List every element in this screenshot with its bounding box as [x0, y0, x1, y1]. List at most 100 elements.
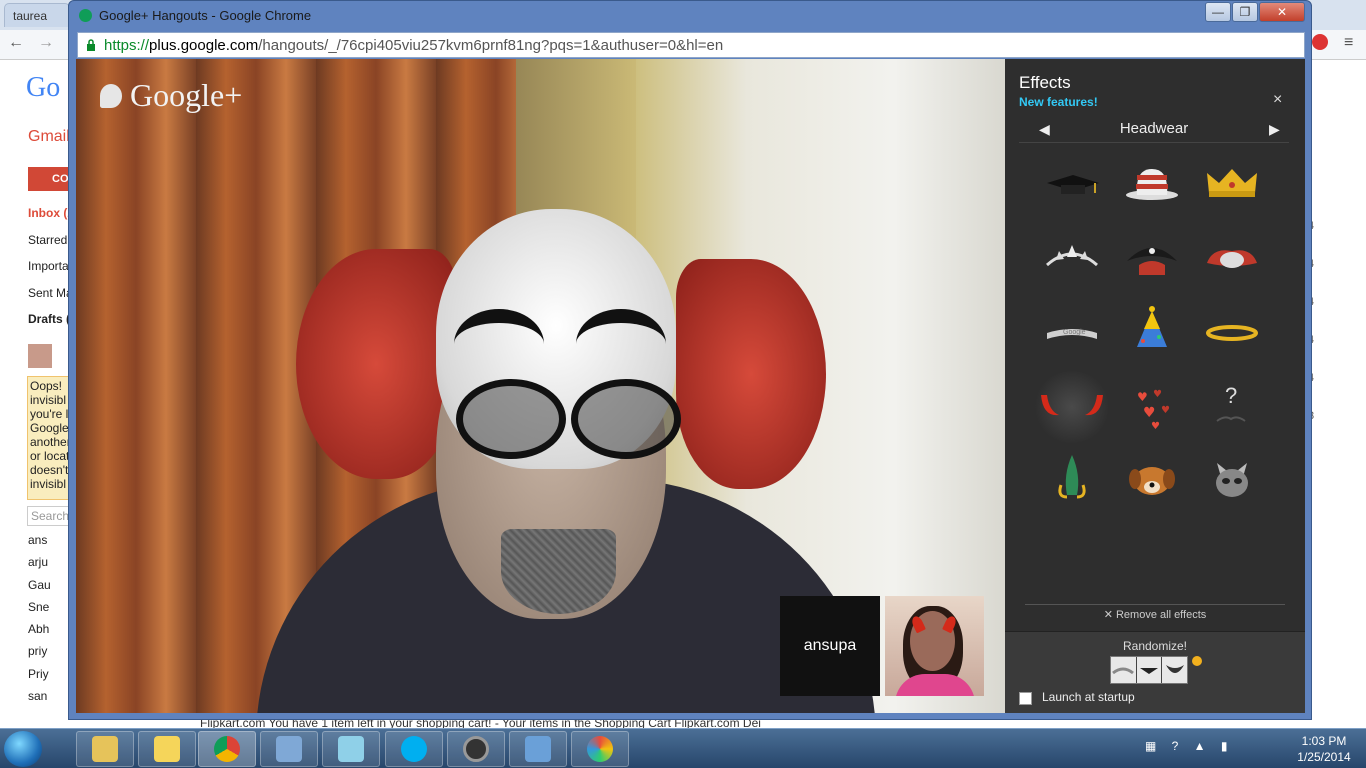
thumb-shirt: [895, 674, 975, 696]
windows-taskbar: ▦ ? ▲ ▮ 1:03 PM 1/25/2014: [0, 728, 1366, 768]
address-bar[interactable]: https://plus.google.com/hangouts/_/76cpi…: [77, 32, 1305, 58]
svg-text:♥: ♥: [1153, 389, 1162, 400]
effect-hearts[interactable]: ♥ ♥ ♥ ♥ ♥: [1113, 371, 1191, 443]
randomize-button[interactable]: [1110, 656, 1188, 684]
effect-striped-hat[interactable]: [1113, 149, 1191, 221]
halo-icon: [1206, 325, 1258, 341]
striped-hat-icon: [1126, 169, 1178, 200]
minimize-button[interactable]: —: [1205, 2, 1231, 22]
effect-mask[interactable]: [1193, 223, 1271, 295]
notepad-icon: [338, 736, 364, 762]
panel-divider: [1025, 604, 1285, 605]
effect-google-visor[interactable]: Google: [1033, 297, 1111, 369]
self-thumbnail[interactable]: [885, 596, 984, 696]
taskbar-paint[interactable]: [571, 731, 629, 767]
close-effects-button[interactable]: ×: [1273, 91, 1282, 109]
paint-icon: [587, 736, 613, 762]
randomize-label: Randomize!: [1122, 639, 1188, 653]
pictures-icon: [525, 736, 551, 762]
virtualbox-icon: [276, 736, 302, 762]
google-logo: Go: [26, 72, 61, 103]
randomize-indicator-icon: [1192, 656, 1202, 666]
prev-category-button[interactable]: ◀: [1039, 121, 1050, 138]
hangouts-window: Google+ Hangouts - Google Chrome — ❐ ✕ h…: [68, 0, 1312, 720]
beard-effect: [501, 529, 616, 614]
effect-pirate-hat[interactable]: [1113, 223, 1191, 295]
hearts-icon: ♥ ♥♥ ♥♥: [1137, 389, 1170, 432]
random-slot-beard: [1162, 657, 1188, 683]
explorer-icon: [92, 736, 118, 762]
effect-tiara[interactable]: [1033, 223, 1111, 295]
taskbar-camera[interactable]: [447, 731, 505, 767]
chrome-icon: [214, 736, 240, 762]
url-path: /hangouts/_/76cpi405viu257kvm6prnf81ng?p…: [258, 37, 724, 54]
taskbar-pictures[interactable]: [509, 731, 567, 767]
effect-random[interactable]: ?: [1193, 371, 1271, 443]
devil-horns-icon: [1041, 395, 1103, 416]
window-title: Google+ Hangouts - Google Chrome: [99, 8, 312, 23]
crown-icon: [1207, 169, 1257, 197]
svg-text:♥: ♥: [1143, 405, 1156, 421]
clock-time: 1:03 PM: [1301, 734, 1347, 748]
video-feed[interactable]: Google+ ansupa: [76, 59, 1005, 713]
forward-arrow-icon[interactable]: →: [38, 34, 54, 52]
taskbar-virtualbox[interactable]: [260, 731, 318, 767]
taskbar-clock[interactable]: 1:03 PM 1/25/2014: [1284, 733, 1364, 765]
participant-thumbnail[interactable]: ansupa: [780, 596, 880, 696]
skype-icon: [401, 736, 427, 762]
effect-crown[interactable]: [1193, 149, 1271, 221]
effect-party-hat[interactable]: [1113, 297, 1191, 369]
camera-icon: [463, 736, 489, 762]
taskbar-chrome[interactable]: [198, 731, 256, 767]
logo-text: Google+: [130, 77, 243, 113]
gmail-label[interactable]: Gmail: [28, 128, 70, 146]
svg-text:♥: ♥: [1137, 390, 1148, 404]
new-features-link[interactable]: New features!: [1019, 95, 1098, 109]
launch-at-startup-label[interactable]: Launch at startup: [1042, 690, 1135, 704]
avatar[interactable]: [28, 344, 52, 368]
random-slot-eyebrows: [1136, 657, 1163, 683]
launch-at-startup-checkbox[interactable]: [1019, 692, 1032, 705]
back-arrow-icon[interactable]: ←: [8, 34, 24, 52]
effect-cat-face[interactable]: [1193, 445, 1271, 517]
question-icon: ?: [1216, 383, 1246, 422]
feather-icon: [1058, 455, 1086, 499]
category-label: Headwear: [1119, 120, 1189, 137]
svg-text:?: ?: [1225, 383, 1237, 408]
next-category-button[interactable]: ▶: [1269, 121, 1280, 138]
random-slot-visor: [1111, 657, 1137, 683]
start-button[interactable]: [4, 731, 42, 767]
effects-panel: Effects New features! × Headwear ◀ ▶ Goo…: [1005, 59, 1305, 713]
effect-devil-horns[interactable]: [1033, 371, 1111, 443]
effects-title: Effects: [1019, 73, 1071, 92]
svg-text:♥: ♥: [1161, 405, 1170, 416]
hangouts-bubble-icon: [100, 84, 122, 108]
eyebrows-icon: [1140, 668, 1158, 674]
effect-feather[interactable]: [1033, 445, 1111, 517]
taskbar-skype[interactable]: [385, 731, 443, 767]
effect-halo[interactable]: [1193, 297, 1271, 369]
effects-footer: Randomize! Launch at startup: [1005, 631, 1305, 713]
tiara-icon: [1046, 245, 1098, 267]
clown-hair-left: [296, 249, 456, 479]
menu-icon[interactable]: ≡: [1344, 34, 1353, 52]
folder-icon: [154, 736, 180, 762]
taskbar-explorer[interactable]: [76, 731, 134, 767]
visor-icon: Google: [1047, 329, 1097, 339]
pirate-hat-icon: [1127, 248, 1177, 275]
taskbar-folder[interactable]: [138, 731, 196, 767]
eyebrow-effect: [454, 309, 544, 379]
remove-all-effects-button[interactable]: ✕ Remove all effects: [1005, 608, 1305, 621]
extension-icon[interactable]: [1312, 34, 1328, 50]
maximize-button[interactable]: ❐: [1232, 2, 1258, 22]
effect-dog-face[interactable]: [1113, 445, 1191, 517]
category-nav: Headwear ◀ ▶: [1019, 117, 1289, 143]
glasses-effect: [456, 379, 566, 459]
taskbar-notepad[interactable]: [322, 731, 380, 767]
effect-graduation-cap[interactable]: [1033, 149, 1111, 221]
glasses-effect: [571, 379, 681, 459]
close-button[interactable]: ✕: [1259, 2, 1305, 22]
system-tray[interactable]: ▦ ? ▲ ▮: [1145, 739, 1234, 753]
beard-icon: [1165, 665, 1184, 673]
background-tab[interactable]: taurea: [4, 3, 70, 27]
